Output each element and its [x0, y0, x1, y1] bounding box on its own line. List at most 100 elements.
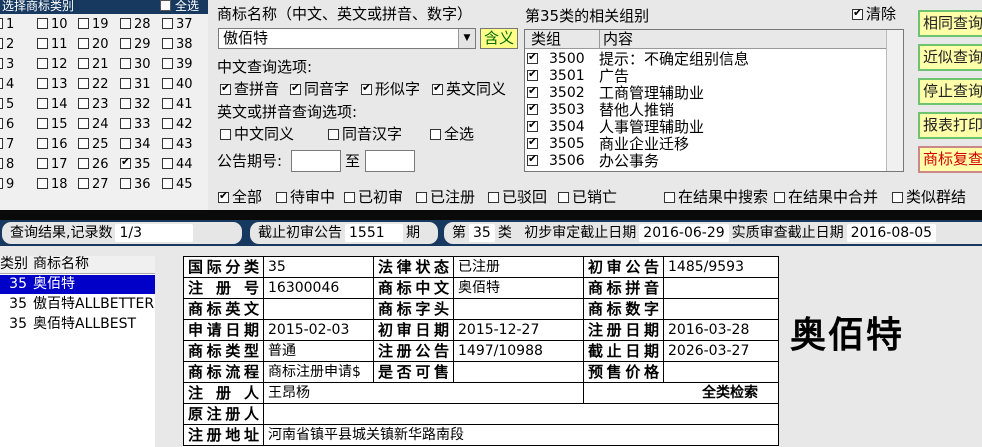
category-checkbox-15[interactable]: 15 [37, 116, 77, 136]
checkbox-icon[interactable] [527, 50, 538, 64]
similar-search-button[interactable]: 近似查询 [918, 44, 982, 71]
filter-prelim-checkbox[interactable]: 已初审 [344, 187, 403, 207]
checkbox-icon[interactable] [527, 152, 538, 166]
checkbox-icon[interactable] [892, 192, 903, 203]
checkbox-icon[interactable] [120, 98, 131, 109]
checkbox-icon[interactable] [432, 81, 443, 95]
checkbox-icon[interactable] [78, 118, 89, 129]
category-checkbox-32[interactable]: 32 [120, 96, 160, 116]
checkbox-icon[interactable] [120, 178, 131, 189]
category-checkbox-43[interactable]: 43 [162, 136, 202, 156]
checkbox-icon[interactable] [527, 135, 538, 149]
category-checkbox-37[interactable]: 37 [162, 16, 202, 36]
category-checkbox-10[interactable]: 10 [37, 16, 77, 36]
group-row[interactable]: 3501广告 [527, 67, 885, 85]
checkbox-icon[interactable] [0, 78, 3, 89]
checkbox-icon[interactable] [664, 192, 675, 203]
category-checkbox-38[interactable]: 38 [162, 36, 202, 56]
checkbox-icon[interactable] [0, 38, 3, 49]
cn-option-homophone[interactable]: 同音字 [290, 79, 349, 99]
category-checkbox-25[interactable]: 25 [78, 136, 118, 156]
checkbox-icon[interactable] [527, 101, 538, 115]
category-checkbox-11[interactable]: 11 [37, 36, 77, 56]
checkbox-icon[interactable] [162, 178, 173, 189]
gazette-from-input[interactable] [291, 150, 341, 172]
checkbox-icon[interactable] [162, 18, 173, 29]
checkbox-icon[interactable] [162, 78, 173, 89]
checkbox-icon[interactable] [344, 192, 355, 203]
category-checkbox-3[interactable]: 3 [0, 56, 32, 76]
checkbox-icon[interactable] [78, 38, 89, 49]
checkbox-icon[interactable] [120, 155, 131, 169]
checkbox-icon[interactable] [276, 192, 287, 203]
category-checkbox-9[interactable]: 9 [0, 176, 32, 196]
checkbox-icon[interactable] [0, 58, 3, 69]
checkbox-icon[interactable] [527, 67, 538, 81]
checkbox-icon[interactable] [0, 18, 3, 29]
result-row[interactable]: 35 奥佰特 [0, 275, 155, 294]
category-checkbox-41[interactable]: 41 [162, 96, 202, 116]
groups-scrollbar[interactable] [886, 30, 903, 171]
checkbox-icon[interactable] [162, 98, 173, 109]
category-checkbox-1[interactable]: 1 [0, 16, 32, 36]
group-row[interactable]: 3504人事管理辅助业 [527, 118, 885, 136]
checkbox-icon[interactable] [37, 118, 48, 129]
checkbox-icon[interactable] [162, 58, 173, 69]
category-checkbox-17[interactable]: 17 [37, 156, 77, 176]
category-checkbox-18[interactable]: 18 [37, 176, 77, 196]
merge-in-results-checkbox[interactable]: 在结果中合并 [774, 187, 878, 207]
checkbox-icon[interactable] [37, 78, 48, 89]
category-checkbox-31[interactable]: 31 [120, 76, 160, 96]
category-checkbox-13[interactable]: 13 [37, 76, 77, 96]
select-all-checkbox[interactable] [160, 0, 171, 11]
category-checkbox-14[interactable]: 14 [37, 96, 77, 116]
category-checkbox-27[interactable]: 27 [78, 176, 118, 196]
checkbox-icon[interactable] [0, 98, 3, 109]
category-checkbox-35[interactable]: 35 [120, 155, 160, 176]
category-checkbox-2[interactable]: 2 [0, 36, 32, 56]
checkbox-icon[interactable] [78, 78, 89, 89]
en-option-cn-synonym[interactable]: 中文同义 [220, 124, 294, 144]
category-checkbox-12[interactable]: 12 [37, 56, 77, 76]
checkbox-icon[interactable] [416, 192, 427, 203]
stop-search-button[interactable]: 停止查询 [918, 78, 982, 105]
checkbox-icon[interactable] [120, 138, 131, 149]
checkbox-icon[interactable] [0, 118, 3, 129]
en-option-homophone[interactable]: 同音汉字 [328, 124, 402, 144]
checkbox-icon[interactable] [162, 158, 173, 169]
checkbox-icon[interactable] [78, 158, 89, 169]
checkbox-icon[interactable] [218, 189, 229, 203]
category-checkbox-16[interactable]: 16 [37, 136, 77, 156]
checkbox-icon[interactable] [37, 138, 48, 149]
checkbox-icon[interactable] [37, 38, 48, 49]
checkbox-icon[interactable] [852, 6, 863, 20]
group-row[interactable]: 3505商业企业迁移 [527, 135, 885, 153]
category-checkbox-39[interactable]: 39 [162, 56, 202, 76]
checkbox-icon[interactable] [120, 38, 131, 49]
checkbox-icon[interactable] [0, 178, 3, 189]
checkbox-icon[interactable] [120, 78, 131, 89]
checkbox-icon[interactable] [78, 98, 89, 109]
result-row[interactable]: 35 傲百特ALLBETTER [0, 295, 155, 314]
category-checkbox-8[interactable]: 8 [0, 156, 32, 176]
filter-rejected-checkbox[interactable]: 已驳回 [488, 187, 547, 207]
group-row[interactable]: 3503替他人推销 [527, 101, 885, 119]
trademark-name-select[interactable]: 傲佰特 ▼ [218, 28, 476, 49]
category-checkbox-20[interactable]: 20 [78, 36, 118, 56]
filter-all-checkbox[interactable]: 全部 [218, 187, 262, 207]
checkbox-icon[interactable] [220, 129, 231, 140]
chevron-down-icon[interactable]: ▼ [458, 29, 475, 48]
category-checkbox-6[interactable]: 6 [0, 116, 32, 136]
category-checkbox-30[interactable]: 30 [120, 56, 160, 76]
checkbox-icon[interactable] [430, 129, 441, 140]
checkbox-icon[interactable] [78, 178, 89, 189]
cn-option-pinyin[interactable]: 查拼音 [220, 79, 279, 99]
category-checkbox-36[interactable]: 36 [120, 176, 160, 196]
category-checkbox-24[interactable]: 24 [78, 116, 118, 136]
filter-registered-checkbox[interactable]: 已注册 [416, 187, 475, 207]
category-checkbox-34[interactable]: 34 [120, 136, 160, 156]
all-class-search-button[interactable]: 全类检索 [583, 382, 779, 404]
checkbox-icon[interactable] [37, 178, 48, 189]
group-row[interactable]: 3506办公事务 [527, 152, 885, 170]
checkbox-icon[interactable] [37, 18, 48, 29]
